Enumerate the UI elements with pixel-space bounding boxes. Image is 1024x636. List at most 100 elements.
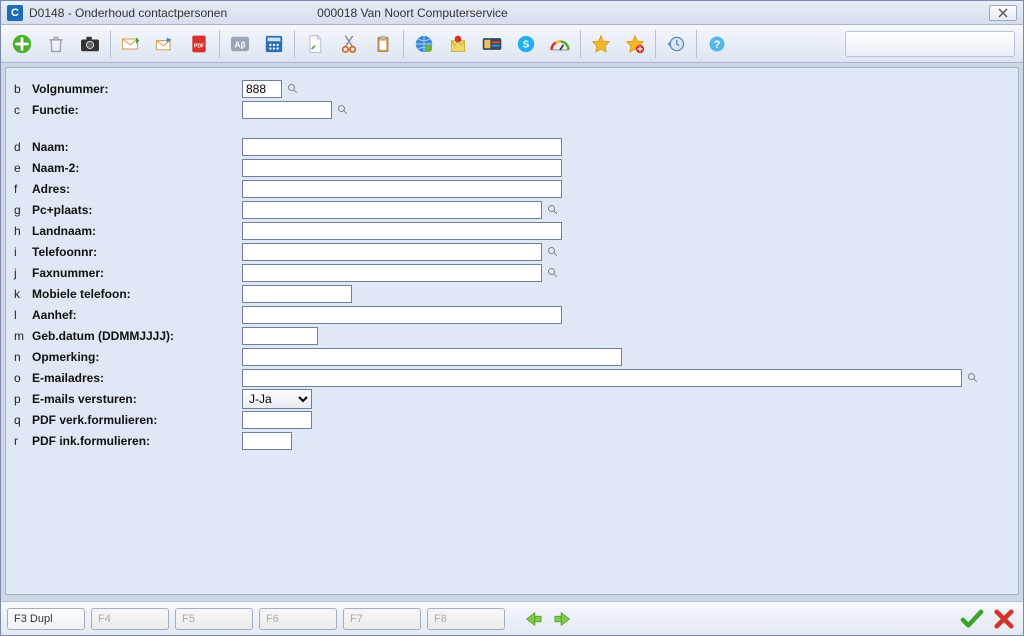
field-key: n — [14, 350, 32, 364]
lookup-icon[interactable] — [286, 82, 300, 96]
app-icon: C — [7, 5, 23, 21]
form-panel: b Volgnummer: c Functie: dNaam: eNaam-2:… — [5, 67, 1019, 595]
gauge-icon[interactable] — [543, 29, 577, 59]
f7-button[interactable]: F7 — [343, 608, 421, 630]
mobiel-input[interactable] — [242, 285, 352, 303]
prev-arrow-icon[interactable] — [521, 609, 545, 629]
add-icon[interactable] — [5, 29, 39, 59]
svg-text:?: ? — [714, 39, 721, 51]
field-key: c — [14, 103, 32, 117]
field-key: g — [14, 203, 32, 217]
field-label-opmerking: Opmerking: — [32, 350, 242, 364]
star-icon[interactable] — [584, 29, 618, 59]
telefoonnr-input[interactable] — [242, 243, 542, 261]
toolbar-search-box[interactable] — [845, 31, 1015, 57]
emails-versturen-select[interactable]: J-Ja — [242, 389, 312, 409]
email-input[interactable] — [242, 369, 962, 387]
toolbar: PDF Aβ S ? — [1, 25, 1023, 63]
star-fav-icon[interactable] — [618, 29, 652, 59]
svg-text:Aβ: Aβ — [235, 40, 246, 49]
field-label-pcplaats: Pc+plaats: — [32, 203, 242, 217]
field-label-faxnummer: Faxnummer: — [32, 266, 242, 280]
field-label-naam2: Naam-2: — [32, 161, 242, 175]
title-left: D0148 - Onderhoud contactpersonen — [29, 6, 227, 20]
mail-out-icon[interactable] — [148, 29, 182, 59]
history-icon[interactable] — [659, 29, 693, 59]
field-label-email: E-mailadres: — [32, 371, 242, 385]
pcplaats-input[interactable] — [242, 201, 542, 219]
gebdatum-input[interactable] — [242, 327, 318, 345]
ab-icon[interactable]: Aβ — [223, 29, 257, 59]
field-label-mobiel: Mobiele telefoon: — [32, 287, 242, 301]
help-icon[interactable]: ? — [700, 29, 734, 59]
field-key: d — [14, 140, 32, 154]
pdf-icon[interactable]: PDF — [182, 29, 216, 59]
ok-button[interactable] — [959, 608, 985, 630]
field-key: i — [14, 245, 32, 259]
skype-icon[interactable]: S — [509, 29, 543, 59]
field-key: h — [14, 224, 32, 238]
lookup-icon[interactable] — [546, 266, 560, 280]
functie-input[interactable] — [242, 101, 332, 119]
svg-text:PDF: PDF — [194, 43, 204, 49]
f8-button[interactable]: F8 — [427, 608, 505, 630]
field-key: k — [14, 287, 32, 301]
field-label-pdfink: PDF ink.formulieren: — [32, 434, 242, 448]
field-label-volgnummer: Volgnummer: — [32, 82, 242, 96]
f4-button[interactable]: F4 — [91, 608, 169, 630]
naam2-input[interactable] — [242, 159, 562, 177]
field-label-emailsversturen: E-mails versturen: — [32, 392, 242, 406]
clipboard-icon[interactable] — [366, 29, 400, 59]
map-pin-icon[interactable] — [441, 29, 475, 59]
next-arrow-icon[interactable] — [551, 609, 575, 629]
pdf-verk-input[interactable] — [242, 411, 312, 429]
lookup-icon[interactable] — [336, 103, 350, 117]
field-label-aanhef: Aanhef: — [32, 308, 242, 322]
cut-icon[interactable] — [332, 29, 366, 59]
field-key: p — [14, 392, 32, 406]
svg-text:S: S — [523, 39, 530, 50]
calculator-icon[interactable] — [257, 29, 291, 59]
faxnummer-input[interactable] — [242, 264, 542, 282]
field-label-naam: Naam: — [32, 140, 242, 154]
field-key: b — [14, 82, 32, 96]
page-icon[interactable] — [298, 29, 332, 59]
field-label-telefoonnr: Telefoonnr: — [32, 245, 242, 259]
title-bar: C D0148 - Onderhoud contactpersonen 0000… — [1, 1, 1023, 25]
f3-button[interactable]: F3 Dupl — [7, 608, 85, 630]
field-key: r — [14, 434, 32, 448]
window-close-button[interactable] — [989, 5, 1017, 21]
mail-in-icon[interactable] — [114, 29, 148, 59]
camera-icon[interactable] — [73, 29, 107, 59]
field-key: j — [14, 266, 32, 280]
f6-button[interactable]: F6 — [259, 608, 337, 630]
bottom-bar: F3 Dupl F4 F5 F6 F7 F8 — [1, 601, 1023, 635]
naam-input[interactable] — [242, 138, 562, 156]
aanhef-input[interactable] — [242, 306, 562, 324]
field-label-functie: Functie: — [32, 103, 242, 117]
field-label-adres: Adres: — [32, 182, 242, 196]
field-key: q — [14, 413, 32, 427]
field-key: f — [14, 182, 32, 196]
globe-icon[interactable] — [407, 29, 441, 59]
field-label-pdfverk: PDF verk.formulieren: — [32, 413, 242, 427]
title-center: 000018 Van Noort Computerservice — [227, 6, 989, 20]
delete-icon[interactable] — [39, 29, 73, 59]
volgnummer-input[interactable] — [242, 80, 282, 98]
field-label-landnaam: Landnaam: — [32, 224, 242, 238]
field-key: l — [14, 308, 32, 322]
opmerking-input[interactable] — [242, 348, 622, 366]
badge-icon[interactable] — [475, 29, 509, 59]
cancel-button[interactable] — [991, 608, 1017, 630]
field-key: o — [14, 371, 32, 385]
lookup-icon[interactable] — [546, 203, 560, 217]
lookup-icon[interactable] — [966, 371, 980, 385]
adres-input[interactable] — [242, 180, 562, 198]
field-label-gebdatum: Geb.datum (DDMMJJJJ): — [32, 329, 242, 343]
f5-button[interactable]: F5 — [175, 608, 253, 630]
lookup-icon[interactable] — [546, 245, 560, 259]
landnaam-input[interactable] — [242, 222, 562, 240]
pdf-ink-input[interactable] — [242, 432, 292, 450]
field-key: e — [14, 161, 32, 175]
field-key: m — [14, 329, 32, 343]
